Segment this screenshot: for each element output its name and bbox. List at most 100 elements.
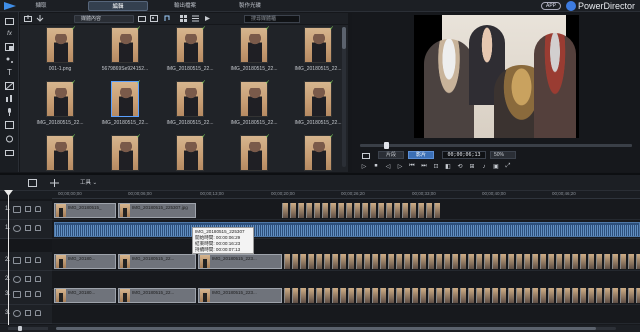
clip-thumbnail-strip[interactable] (628, 288, 634, 303)
clip-thumbnail-strip[interactable] (370, 203, 376, 218)
library-item[interactable]: ✓ IMG_20180515_22... (95, 80, 155, 131)
library-scrollbar[interactable] (342, 27, 346, 167)
repeat-icon[interactable]: ⟲ (456, 163, 464, 171)
timeline-zoom-slider[interactable] (8, 326, 48, 331)
clip-thumbnail-strip[interactable] (418, 203, 424, 218)
library-search-input[interactable]: 搜尋媒體櫃 (244, 15, 300, 23)
clip-thumbnail-strip[interactable] (524, 254, 530, 269)
movie-mode-button[interactable]: 影片 (408, 151, 434, 159)
clip-thumbnail-strip[interactable] (380, 288, 386, 303)
clip-thumbnail-strip[interactable] (308, 254, 314, 269)
voiceover-room-icon[interactable] (4, 107, 15, 116)
clip-thumbnail-strip[interactable] (476, 254, 482, 269)
library-filter-dropdown[interactable]: 媒體內容 (74, 15, 134, 23)
clip-thumbnail-strip[interactable] (404, 288, 410, 303)
clip-thumbnail-strip[interactable] (636, 254, 640, 269)
clip-thumbnail-strip[interactable] (378, 203, 384, 218)
clip-thumbnail-strip[interactable] (484, 254, 490, 269)
clip-thumbnail-strip[interactable] (324, 254, 330, 269)
media-thumbnail[interactable] (176, 135, 204, 171)
clip-thumbnail-strip[interactable] (564, 288, 570, 303)
clip-thumbnail-strip[interactable] (308, 288, 314, 303)
particle-room-icon[interactable] (4, 55, 15, 64)
library-item[interactable]: ✓ 001-1.png (30, 26, 90, 77)
media-thumbnail[interactable] (111, 81, 139, 117)
timeline-lane[interactable] (52, 220, 640, 239)
clip-thumbnail-strip[interactable] (604, 254, 610, 269)
clip-thumbnail-strip[interactable] (596, 288, 602, 303)
library-item[interactable]: ✓ IMG_20180515_22... (288, 26, 348, 77)
library-item[interactable]: ✓ (288, 134, 348, 172)
clip-thumbnail-strip[interactable] (346, 203, 352, 218)
library-item[interactable]: ✓ IMG_20180515_22... (160, 26, 220, 77)
clip-thumbnail-strip[interactable] (468, 288, 474, 303)
clip-thumbnail-strip[interactable] (540, 254, 546, 269)
snapshot-icon[interactable]: ▣ (492, 163, 500, 171)
clip-thumbnail-strip[interactable] (290, 203, 296, 218)
clip-thumbnail-strip[interactable] (282, 203, 288, 218)
clip-thumbnail-strip[interactable] (412, 288, 418, 303)
clip-thumbnail-strip[interactable] (322, 203, 328, 218)
library-item[interactable]: ✓ IMG_20180515_22... (30, 80, 90, 131)
video-clip[interactable]: IMG_20180515_22... (118, 254, 196, 269)
clip-thumbnail-strip[interactable] (436, 254, 442, 269)
clip-thumbnail-strip[interactable] (394, 203, 400, 218)
timeline-view-icon[interactable] (28, 179, 37, 187)
user-account-icon[interactable] (566, 1, 576, 11)
clip-thumbnail-strip[interactable] (580, 288, 586, 303)
clip-thumbnail-strip[interactable] (332, 254, 338, 269)
library-item[interactable]: ✓ IMG_20180515_22... (224, 80, 284, 131)
preview-seek-slider[interactable] (360, 142, 632, 149)
fx-room-icon[interactable]: fx (4, 29, 15, 38)
track-lock-icon[interactable] (35, 310, 41, 316)
clip-thumbnail-strip[interactable] (316, 254, 322, 269)
preview-canvas[interactable] (414, 15, 579, 138)
filter-video-icon[interactable] (138, 15, 146, 22)
clip-thumbnail-strip[interactable] (468, 254, 474, 269)
track-lock-icon[interactable] (35, 276, 41, 282)
clip-thumbnail-strip[interactable] (500, 254, 506, 269)
undock-icon[interactable]: ◧ (444, 163, 452, 171)
clip-thumbnail-strip[interactable] (396, 254, 402, 269)
media-thumbnail[interactable] (111, 27, 139, 63)
chapter-room-icon[interactable] (4, 120, 15, 129)
library-item[interactable]: ✓ (30, 134, 90, 172)
media-thumbnail[interactable] (240, 27, 268, 63)
clip-thumbnail-strip[interactable] (508, 288, 514, 303)
title-room-icon[interactable]: T (4, 68, 15, 77)
import-media-icon[interactable] (24, 15, 32, 22)
tab-capture[interactable]: 擷取 (26, 1, 56, 11)
clip-thumbnail-strip[interactable] (332, 288, 338, 303)
media-thumbnail[interactable] (46, 135, 74, 171)
clip-thumbnail-strip[interactable] (460, 254, 466, 269)
video-clip[interactable]: IMG_20180515_22... (118, 288, 196, 303)
timeline-scrollbar[interactable] (56, 327, 616, 330)
clip-thumbnail-strip[interactable] (316, 288, 322, 303)
track-enable-checkbox[interactable] (25, 291, 31, 297)
clip-thumbnail-strip[interactable] (388, 288, 394, 303)
grid-icon[interactable]: ⊞ (468, 163, 476, 171)
clip-thumbnail-strip[interactable] (492, 288, 498, 303)
filter-audio-icon[interactable] (162, 15, 170, 22)
clip-thumbnail-strip[interactable] (628, 254, 634, 269)
clip-thumbnail-strip[interactable] (292, 254, 298, 269)
media-thumbnail[interactable] (304, 27, 332, 63)
pip-room-icon[interactable] (4, 42, 15, 51)
audio-clip[interactable] (54, 222, 640, 237)
clip-thumbnail-strip[interactable] (620, 254, 626, 269)
media-thumbnail[interactable] (111, 135, 139, 171)
clip-thumbnail-strip[interactable] (500, 288, 506, 303)
clip-thumbnail-strip[interactable] (572, 288, 578, 303)
tab-edit[interactable]: 編輯 (88, 1, 148, 11)
clip-thumbnail-strip[interactable] (636, 288, 640, 303)
clip-thumbnail-strip[interactable] (476, 288, 482, 303)
clip-thumbnail-strip[interactable] (556, 254, 562, 269)
clip-thumbnail-strip[interactable] (362, 203, 368, 218)
clip-thumbnail-strip[interactable] (420, 288, 426, 303)
app-badge[interactable]: APP (541, 2, 561, 10)
clip-thumbnail-strip[interactable] (588, 288, 594, 303)
track-enable-checkbox[interactable] (25, 206, 31, 212)
clip-thumbnail-strip[interactable] (612, 254, 618, 269)
timeline[interactable]: IMG_20180515_ IMG_20180515_225307.jpg IMG_… (52, 199, 640, 325)
grid-view-icon[interactable] (180, 15, 188, 22)
